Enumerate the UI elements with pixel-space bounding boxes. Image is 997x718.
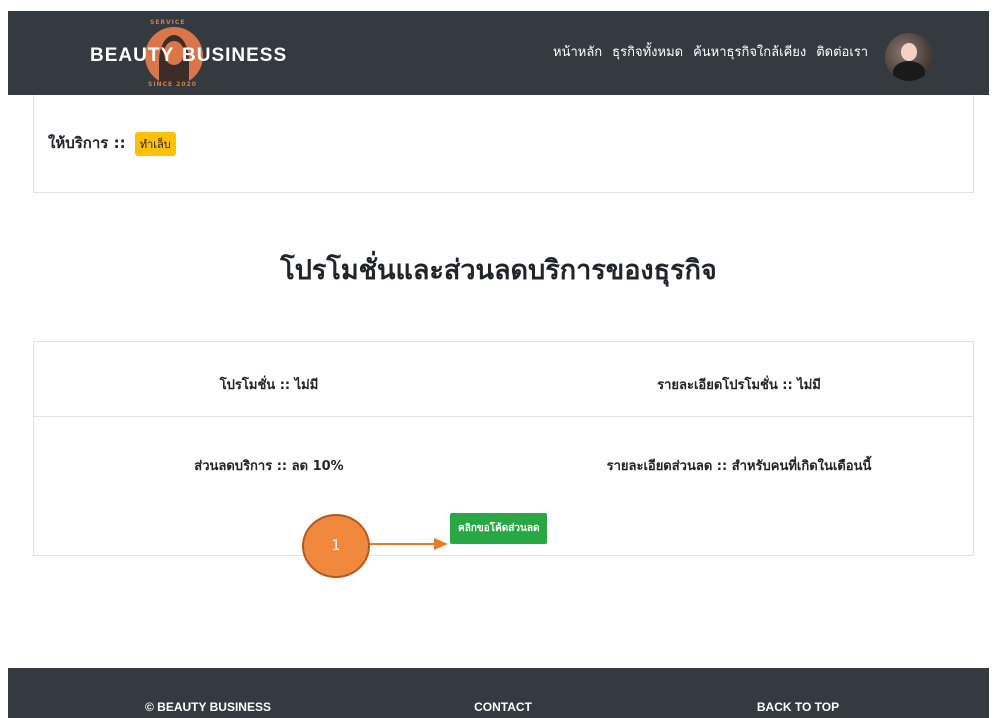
nav-all-businesses[interactable]: ธุรกิจทั้งหมด [612,41,683,62]
promotion-card: โปรโมชั่น :: ไม่มี รายละเอียดโปรโมชั่น :… [33,341,974,556]
request-coupon-button[interactable]: คลิกขอโค้ดส่วนลด [450,513,548,544]
footer-back-to-top-link[interactable]: BACK TO TOP [698,700,898,714]
promotion-detail: รายละเอียดโปรโมชั่น :: ไม่มี [657,378,821,393]
logo-service-text: SERVICE [150,19,186,26]
annotation-marker: 1 [302,514,370,578]
promotion-value: โปรโมชั่น :: ไม่มี [219,378,319,393]
footer: © BEAUTY BUSINESS CONTACT BACK TO TOP [8,668,989,718]
footer-copyright: © BEAUTY BUSINESS [145,700,271,714]
logo-word-left: BEAUTY [90,45,175,66]
service-label: ให้บริการ :: [48,134,126,152]
footer-contact-link[interactable]: CONTACT [403,700,603,714]
service-badge: ทำเล็บ [134,131,176,156]
discount-detail: รายละเอียดส่วนลด :: สำหรับคนที่เกิดในเดื… [606,459,872,474]
nav-home[interactable]: หน้าหลัก [553,41,602,62]
brand-logo[interactable]: SERVICE BEAUTY BUSINESS SINCE 2020 [90,17,286,91]
user-avatar[interactable] [885,33,933,81]
row-divider [34,416,973,417]
logo-since-text: SINCE 2020 [148,81,197,88]
nav-contact[interactable]: ติดต่อเรา [816,41,868,62]
nav-links: หน้าหลัก ธุรกิจทั้งหมด ค้นหาธุรกิจใกล้เค… [553,41,868,62]
nav-nearby-search[interactable]: ค้นหาธุรกิจใกล้เคียง [693,41,806,62]
service-row: ให้บริการ :: ทำเล็บ [48,131,176,156]
section-title: โปรโมชั่นและส่วนลดบริการของธุรกิจ [280,255,717,286]
annotation-arrow-icon [370,538,448,550]
top-navbar: SERVICE BEAUTY BUSINESS SINCE 2020 หน้าห… [8,11,989,95]
service-card: ให้บริการ :: ทำเล็บ [33,95,974,193]
logo-word-right: BUSINESS [182,45,288,66]
discount-value: ส่วนลดบริการ :: ลด 10% [194,459,344,474]
